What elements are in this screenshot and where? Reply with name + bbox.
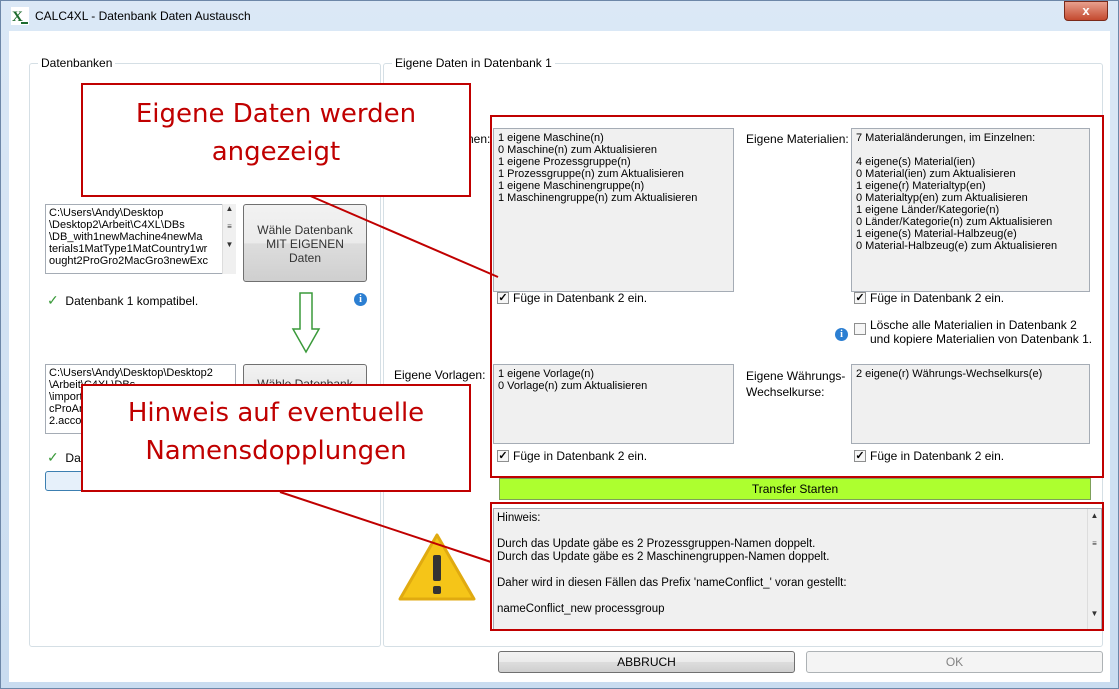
excel-app-icon: X <box>11 7 29 25</box>
window-title: CALC4XL - Datenbank Daten Austausch <box>35 9 251 23</box>
dialog-client: Datenbanken C:\Users\Andy\Desktop \Deskt… <box>9 31 1110 682</box>
dialog-window: X CALC4XL - Datenbank Daten Austausch x … <box>0 0 1119 689</box>
callout-data-shown: Eigene Daten werden angezeigt <box>81 83 471 197</box>
title-bar[interactable]: X CALC4XL - Datenbank Daten Austausch x <box>1 1 1118 31</box>
close-icon: x <box>1082 3 1090 18</box>
callout-name-duplicates: Hinweis auf eventuelle Namensdopplungen <box>81 384 471 492</box>
close-button[interactable]: x <box>1064 1 1108 21</box>
